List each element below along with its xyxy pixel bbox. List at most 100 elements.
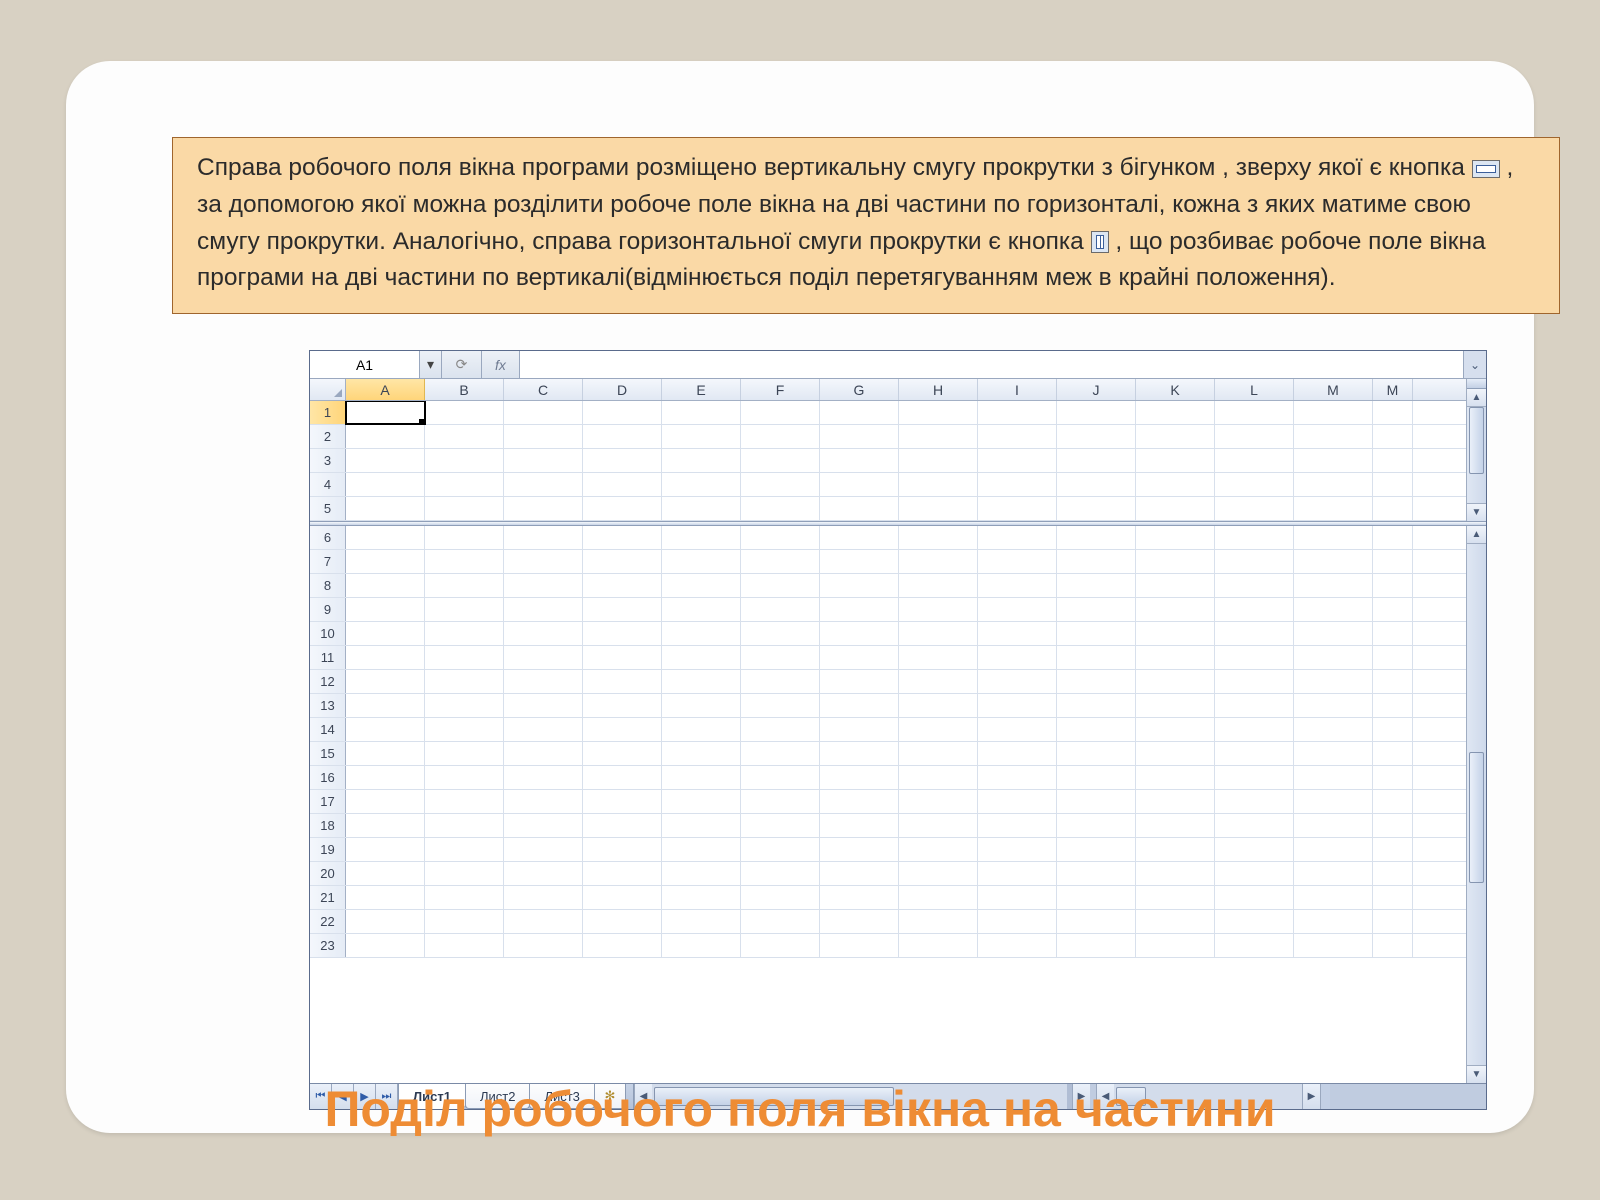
cell[interactable] [504, 886, 583, 909]
cell[interactable] [1373, 694, 1413, 717]
cell[interactable] [346, 526, 425, 549]
cell[interactable] [504, 622, 583, 645]
cell[interactable] [1294, 646, 1373, 669]
cell[interactable] [1294, 574, 1373, 597]
cell[interactable] [662, 550, 741, 573]
upper-pane[interactable]: ABCDEFGHIJKLMМ 12345 [310, 379, 1466, 521]
cell[interactable] [662, 718, 741, 741]
cell[interactable] [899, 425, 978, 448]
cell[interactable] [346, 598, 425, 621]
cell[interactable] [1215, 718, 1294, 741]
cell[interactable] [425, 449, 504, 472]
column-header[interactable]: C [504, 379, 583, 400]
cell[interactable] [1215, 862, 1294, 885]
cell[interactable] [504, 670, 583, 693]
cell[interactable] [1057, 622, 1136, 645]
cell[interactable] [1373, 646, 1413, 669]
cell[interactable] [1057, 934, 1136, 957]
cell[interactable] [820, 910, 899, 933]
cell[interactable] [425, 886, 504, 909]
cell[interactable] [741, 790, 820, 813]
row-header[interactable]: 19 [310, 838, 346, 861]
cell[interactable] [662, 425, 741, 448]
row-header[interactable]: 3 [310, 449, 346, 472]
cell[interactable] [1136, 862, 1215, 885]
cell[interactable] [1215, 550, 1294, 573]
vertical-scrollbar-bottom[interactable]: ▲ ▼ [1466, 526, 1486, 1083]
cell[interactable] [1373, 790, 1413, 813]
cell[interactable] [583, 766, 662, 789]
cell[interactable] [1373, 838, 1413, 861]
formula-input[interactable] [520, 351, 1464, 378]
cell[interactable] [425, 574, 504, 597]
cell[interactable] [662, 742, 741, 765]
cell[interactable] [346, 694, 425, 717]
cell[interactable] [1294, 862, 1373, 885]
cell[interactable] [583, 838, 662, 861]
column-header[interactable]: E [662, 379, 741, 400]
cell[interactable] [1294, 790, 1373, 813]
cell[interactable] [1057, 742, 1136, 765]
cell[interactable] [741, 449, 820, 472]
cell[interactable] [425, 838, 504, 861]
cell[interactable] [583, 790, 662, 813]
cell[interactable] [504, 766, 583, 789]
row-header[interactable]: 2 [310, 425, 346, 448]
cell[interactable] [1057, 766, 1136, 789]
cell[interactable] [346, 550, 425, 573]
cell[interactable] [978, 473, 1057, 496]
cell[interactable] [1136, 766, 1215, 789]
cell[interactable] [741, 646, 820, 669]
cell[interactable] [1215, 473, 1294, 496]
column-header[interactable]: F [741, 379, 820, 400]
cell[interactable] [1057, 574, 1136, 597]
row-header[interactable]: 8 [310, 574, 346, 597]
cell[interactable] [1136, 910, 1215, 933]
cell[interactable] [1294, 497, 1373, 520]
cell[interactable] [583, 814, 662, 837]
cell[interactable] [346, 622, 425, 645]
row-header[interactable]: 21 [310, 886, 346, 909]
cell[interactable] [1136, 526, 1215, 549]
row-header[interactable]: 15 [310, 742, 346, 765]
cell[interactable] [1294, 814, 1373, 837]
cell[interactable] [899, 526, 978, 549]
cell[interactable] [1057, 862, 1136, 885]
cell[interactable] [583, 574, 662, 597]
cell[interactable] [504, 742, 583, 765]
cell[interactable] [1373, 766, 1413, 789]
cell[interactable] [820, 718, 899, 741]
cell[interactable] [978, 401, 1057, 424]
column-header[interactable]: D [583, 379, 662, 400]
cell[interactable] [978, 425, 1057, 448]
cell[interactable] [662, 646, 741, 669]
cell[interactable] [504, 718, 583, 741]
cell[interactable] [741, 838, 820, 861]
column-header[interactable]: A [346, 379, 425, 400]
cell[interactable] [1057, 814, 1136, 837]
column-header[interactable]: B [425, 379, 504, 400]
cell[interactable] [741, 814, 820, 837]
name-box[interactable]: A1 [310, 351, 420, 378]
cell[interactable] [899, 401, 978, 424]
cell[interactable] [425, 694, 504, 717]
cell[interactable] [820, 766, 899, 789]
cell[interactable] [741, 718, 820, 741]
cell[interactable] [1294, 742, 1373, 765]
cell[interactable] [583, 401, 662, 424]
cell[interactable] [1373, 934, 1413, 957]
cell[interactable] [978, 670, 1057, 693]
cell[interactable] [741, 598, 820, 621]
cell[interactable] [346, 473, 425, 496]
cell[interactable] [899, 718, 978, 741]
cell[interactable] [1136, 622, 1215, 645]
cell[interactable] [662, 886, 741, 909]
cell[interactable] [1373, 910, 1413, 933]
cell[interactable] [1294, 473, 1373, 496]
cell[interactable] [583, 670, 662, 693]
column-header[interactable]: М [1373, 379, 1413, 400]
cell[interactable] [1294, 550, 1373, 573]
row-header[interactable]: 17 [310, 790, 346, 813]
cell[interactable] [425, 670, 504, 693]
cell[interactable] [1373, 574, 1413, 597]
